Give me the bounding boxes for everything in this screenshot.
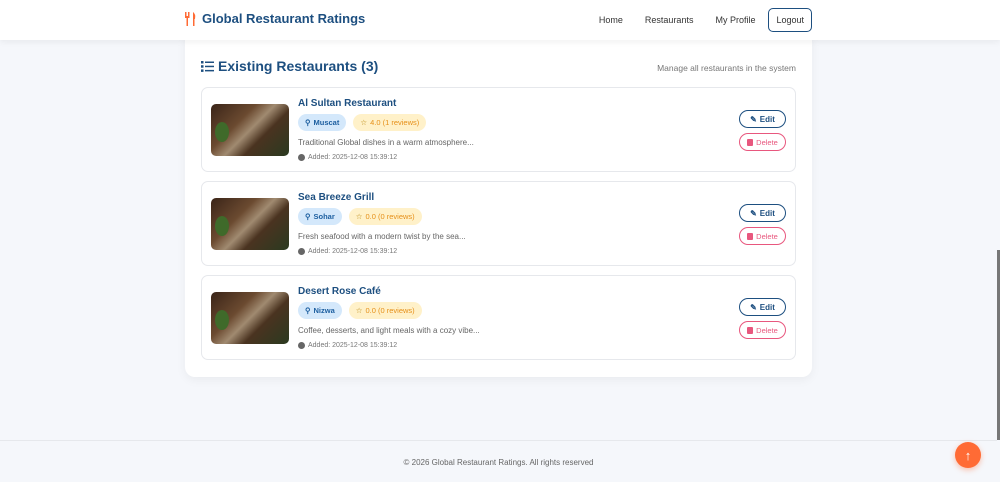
edit-icon: ✎ <box>750 208 757 218</box>
edit-label: Edit <box>759 302 775 312</box>
rating: 0.0 (0 reviews) <box>365 212 415 221</box>
rating-badge: ☆ 0.0 (0 reviews) <box>348 208 422 225</box>
star-icon: ☆ <box>360 118 368 127</box>
delete-button[interactable]: Delete <box>739 227 786 245</box>
edit-button[interactable]: ✎ Edit <box>739 204 786 222</box>
arrow-up-icon: ↑ <box>964 447 972 463</box>
restaurants-panel: Existing Restaurants (3) Manage all rest… <box>185 30 812 377</box>
rating: 4.0 (1 reviews) <box>370 118 420 127</box>
trash-icon <box>747 138 754 146</box>
nav-restaurants[interactable]: Restaurants <box>645 15 694 25</box>
delete-label: Delete <box>756 137 778 147</box>
star-icon: ☆ <box>355 212 363 221</box>
map-pin-icon: ⚲ <box>305 306 311 315</box>
rating-badge: ☆ 0.0 (0 reviews) <box>348 302 422 319</box>
scroll-to-top-button[interactable]: ↑ <box>955 442 981 468</box>
delete-button[interactable]: Delete <box>739 321 786 339</box>
brand-name: Global Restaurant Ratings <box>202 11 366 26</box>
restaurant-description: Fresh seafood with a modern twist by the… <box>298 232 466 241</box>
restaurant-image <box>211 104 289 156</box>
added-date: Added: 2025-12-08 15:39:12 <box>308 154 398 161</box>
added-date: Added: 2025-12-08 15:39:12 <box>308 248 398 255</box>
added-date: Added: 2025-12-08 15:39:12 <box>308 342 398 349</box>
delete-label: Delete <box>756 325 778 335</box>
map-pin-icon: ⚲ <box>305 118 311 127</box>
list-icon <box>201 60 214 72</box>
location-badge: ⚲ Muscat <box>298 114 347 131</box>
rating: 0.0 (0 reviews) <box>365 306 415 315</box>
location-badge: ⚲ Nizwa <box>298 302 342 319</box>
navbar: Global Restaurant Ratings Home Restauran… <box>0 0 1000 40</box>
restaurant-image <box>211 292 289 344</box>
delete-label: Delete <box>756 231 778 241</box>
edit-label: Edit <box>759 208 775 218</box>
clock-icon <box>298 248 305 255</box>
trash-icon <box>747 232 754 240</box>
location-badge: ⚲ Sohar <box>298 208 342 225</box>
restaurant-card: Desert Rose Café ⚲ Nizwa ☆ 0.0 (0 reviews)… <box>201 275 796 360</box>
restaurant-description: Traditional Global dishes in a warm atmo… <box>298 138 474 147</box>
nav-my-profile[interactable]: My Profile <box>715 15 755 25</box>
footer-text: © 2026 Global Restaurant Ratings. All ri… <box>403 458 594 467</box>
section-subtitle: Manage all restaurants in the system <box>657 63 796 73</box>
edit-icon: ✎ <box>750 302 757 312</box>
map-pin-icon: ⚲ <box>305 212 311 221</box>
restaurant-card: Al Sultan Restaurant ⚲ Muscat ☆ 4.0 (1 rev… <box>201 87 796 172</box>
delete-button[interactable]: Delete <box>739 133 786 151</box>
nav-home[interactable]: Home <box>599 15 623 25</box>
star-icon: ☆ <box>355 306 363 315</box>
clock-icon <box>298 154 305 161</box>
section-heading: Existing Restaurants (3) <box>201 58 378 74</box>
section-title: Existing Restaurants (3) <box>218 58 379 74</box>
restaurant-name: Sea Breeze Grill <box>298 192 375 203</box>
restaurant-image <box>211 198 289 250</box>
restaurant-card: Sea Breeze Grill ⚲ Sohar ☆ 0.0 (0 reviews)… <box>201 181 796 266</box>
edit-icon: ✎ <box>750 114 757 124</box>
restaurant-description: Coffee, desserts, and light meals with a… <box>298 326 480 335</box>
restaurant-name: Desert Rose Café <box>298 286 381 297</box>
city: Muscat <box>313 118 340 127</box>
utensils-icon <box>185 11 196 26</box>
restaurant-name: Al Sultan Restaurant <box>298 98 397 109</box>
city: Sohar <box>313 212 335 221</box>
clock-icon <box>298 342 305 349</box>
city: Nizwa <box>313 306 335 315</box>
logout-button[interactable]: Logout <box>768 8 812 32</box>
edit-label: Edit <box>759 114 775 124</box>
brand[interactable]: Global Restaurant Ratings <box>184 11 365 26</box>
rating-badge: ☆ 4.0 (1 reviews) <box>353 114 427 131</box>
trash-icon <box>747 326 754 334</box>
edit-button[interactable]: ✎ Edit <box>739 298 786 316</box>
footer: © 2026 Global Restaurant Ratings. All ri… <box>0 440 997 482</box>
edit-button[interactable]: ✎ Edit <box>739 110 786 128</box>
